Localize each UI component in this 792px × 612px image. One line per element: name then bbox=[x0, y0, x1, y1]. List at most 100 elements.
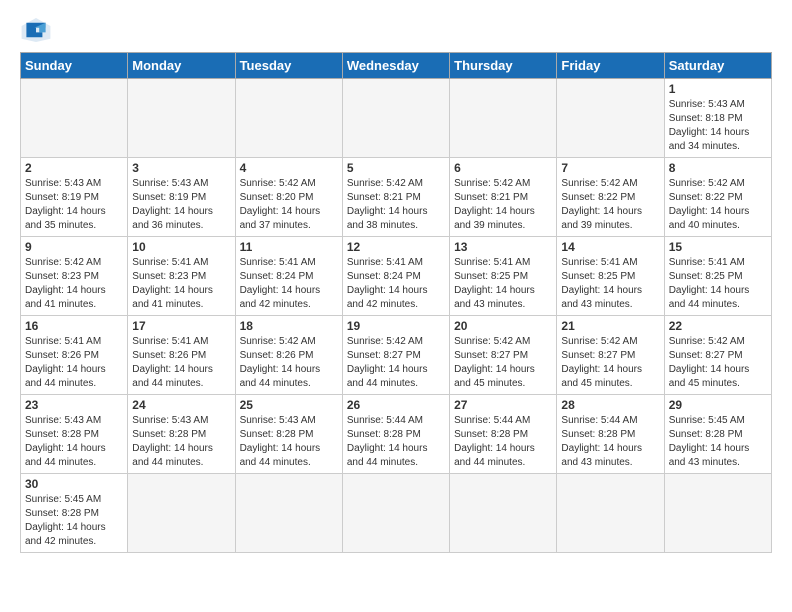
calendar-cell: 9 Sunrise: 5:42 AM Sunset: 8:23 PM Daylig… bbox=[21, 237, 128, 316]
calendar-cell bbox=[557, 79, 664, 158]
day-number: 21 bbox=[561, 319, 659, 333]
calendar-cell bbox=[342, 79, 449, 158]
calendar-cell: 12 Sunrise: 5:41 AM Sunset: 8:24 PM Dayli… bbox=[342, 237, 449, 316]
day-number: 12 bbox=[347, 240, 445, 254]
day-info: Sunrise: 5:42 AM Sunset: 8:21 PM Dayligh… bbox=[347, 177, 445, 233]
day-number: 7 bbox=[561, 161, 659, 175]
weekday-header-monday: Monday bbox=[128, 53, 235, 79]
day-info: Sunrise: 5:43 AM Sunset: 8:28 PM Dayligh… bbox=[240, 414, 338, 470]
day-number: 29 bbox=[669, 398, 767, 412]
calendar-cell: 27 Sunrise: 5:44 AM Sunset: 8:28 PM Dayli… bbox=[450, 395, 557, 474]
weekday-header-friday: Friday bbox=[557, 53, 664, 79]
calendar-cell: 20 Sunrise: 5:42 AM Sunset: 8:27 PM Dayli… bbox=[450, 316, 557, 395]
day-number: 2 bbox=[25, 161, 123, 175]
day-info: Sunrise: 5:41 AM Sunset: 8:24 PM Dayligh… bbox=[347, 256, 445, 312]
day-number: 27 bbox=[454, 398, 552, 412]
day-number: 5 bbox=[347, 161, 445, 175]
calendar-cell bbox=[128, 79, 235, 158]
day-number: 18 bbox=[240, 319, 338, 333]
calendar-cell bbox=[450, 474, 557, 553]
calendar-cell: 8Sunrise: 5:42 AM Sunset: 8:22 PM Daylig… bbox=[664, 158, 771, 237]
day-info: Sunrise: 5:41 AM Sunset: 8:25 PM Dayligh… bbox=[561, 256, 659, 312]
weekday-header-thursday: Thursday bbox=[450, 53, 557, 79]
day-info: Sunrise: 5:42 AM Sunset: 8:27 PM Dayligh… bbox=[669, 335, 767, 391]
day-info: Sunrise: 5:44 AM Sunset: 8:28 PM Dayligh… bbox=[347, 414, 445, 470]
day-number: 20 bbox=[454, 319, 552, 333]
calendar-week-5: 30 Sunrise: 5:45 AM Sunset: 8:28 PM Dayli… bbox=[21, 474, 772, 553]
header bbox=[20, 16, 772, 44]
day-info: Sunrise: 5:41 AM Sunset: 8:23 PM Dayligh… bbox=[132, 256, 230, 312]
calendar-cell bbox=[128, 474, 235, 553]
day-number: 23 bbox=[25, 398, 123, 412]
day-number: 11 bbox=[240, 240, 338, 254]
day-number: 1 bbox=[669, 82, 767, 96]
day-info: Sunrise: 5:44 AM Sunset: 8:28 PM Dayligh… bbox=[454, 414, 552, 470]
day-number: 3 bbox=[132, 161, 230, 175]
day-info: Sunrise: 5:42 AM Sunset: 8:20 PM Dayligh… bbox=[240, 177, 338, 233]
calendar-cell: 23 Sunrise: 5:43 AM Sunset: 8:28 PM Dayli… bbox=[21, 395, 128, 474]
calendar-week-1: 2 Sunrise: 5:43 AM Sunset: 8:19 PM Daylig… bbox=[21, 158, 772, 237]
day-number: 28 bbox=[561, 398, 659, 412]
day-info: Sunrise: 5:43 AM Sunset: 8:18 PM Dayligh… bbox=[669, 98, 767, 154]
calendar-cell: 13 Sunrise: 5:41 AM Sunset: 8:25 PM Dayli… bbox=[450, 237, 557, 316]
day-number: 26 bbox=[347, 398, 445, 412]
day-info: Sunrise: 5:43 AM Sunset: 8:19 PM Dayligh… bbox=[25, 177, 123, 233]
day-info: Sunrise: 5:45 AM Sunset: 8:28 PM Dayligh… bbox=[25, 493, 123, 549]
day-info: Sunrise: 5:42 AM Sunset: 8:23 PM Dayligh… bbox=[25, 256, 123, 312]
day-info: Sunrise: 5:43 AM Sunset: 8:19 PM Dayligh… bbox=[132, 177, 230, 233]
calendar-cell: 10 Sunrise: 5:41 AM Sunset: 8:23 PM Dayli… bbox=[128, 237, 235, 316]
day-info: Sunrise: 5:41 AM Sunset: 8:25 PM Dayligh… bbox=[669, 256, 767, 312]
day-number: 30 bbox=[25, 477, 123, 491]
calendar-cell: 26 Sunrise: 5:44 AM Sunset: 8:28 PM Dayli… bbox=[342, 395, 449, 474]
day-number: 6 bbox=[454, 161, 552, 175]
calendar-cell: 22 Sunrise: 5:42 AM Sunset: 8:27 PM Dayli… bbox=[664, 316, 771, 395]
page: SundayMondayTuesdayWednesdayThursdayFrid… bbox=[0, 0, 792, 569]
calendar-cell: 16 Sunrise: 5:41 AM Sunset: 8:26 PM Dayli… bbox=[21, 316, 128, 395]
calendar-cell: 24Sunrise: 5:43 AM Sunset: 8:28 PM Dayli… bbox=[128, 395, 235, 474]
calendar-cell: 28Sunrise: 5:44 AM Sunset: 8:28 PM Dayli… bbox=[557, 395, 664, 474]
calendar-cell: 30 Sunrise: 5:45 AM Sunset: 8:28 PM Dayli… bbox=[21, 474, 128, 553]
logo-icon bbox=[20, 16, 52, 44]
weekday-header-row: SundayMondayTuesdayWednesdayThursdayFrid… bbox=[21, 53, 772, 79]
day-number: 19 bbox=[347, 319, 445, 333]
day-info: Sunrise: 5:42 AM Sunset: 8:27 PM Dayligh… bbox=[347, 335, 445, 391]
calendar-cell: 17Sunrise: 5:41 AM Sunset: 8:26 PM Dayli… bbox=[128, 316, 235, 395]
day-number: 16 bbox=[25, 319, 123, 333]
day-number: 22 bbox=[669, 319, 767, 333]
day-info: Sunrise: 5:41 AM Sunset: 8:26 PM Dayligh… bbox=[25, 335, 123, 391]
day-info: Sunrise: 5:43 AM Sunset: 8:28 PM Dayligh… bbox=[25, 414, 123, 470]
calendar-cell: 25 Sunrise: 5:43 AM Sunset: 8:28 PM Dayli… bbox=[235, 395, 342, 474]
day-info: Sunrise: 5:41 AM Sunset: 8:24 PM Dayligh… bbox=[240, 256, 338, 312]
day-number: 4 bbox=[240, 161, 338, 175]
day-number: 24 bbox=[132, 398, 230, 412]
calendar-week-3: 16 Sunrise: 5:41 AM Sunset: 8:26 PM Dayli… bbox=[21, 316, 772, 395]
calendar-cell: 5 Sunrise: 5:42 AM Sunset: 8:21 PM Daylig… bbox=[342, 158, 449, 237]
calendar-cell: 18 Sunrise: 5:42 AM Sunset: 8:26 PM Dayli… bbox=[235, 316, 342, 395]
calendar-cell: 1 Sunrise: 5:43 AM Sunset: 8:18 PM Daylig… bbox=[664, 79, 771, 158]
weekday-header-saturday: Saturday bbox=[664, 53, 771, 79]
day-number: 10 bbox=[132, 240, 230, 254]
calendar-cell: 7Sunrise: 5:42 AM Sunset: 8:22 PM Daylig… bbox=[557, 158, 664, 237]
weekday-header-wednesday: Wednesday bbox=[342, 53, 449, 79]
calendar-cell bbox=[450, 79, 557, 158]
day-info: Sunrise: 5:42 AM Sunset: 8:27 PM Dayligh… bbox=[561, 335, 659, 391]
day-number: 14 bbox=[561, 240, 659, 254]
calendar-cell: 14 Sunrise: 5:41 AM Sunset: 8:25 PM Dayli… bbox=[557, 237, 664, 316]
day-number: 13 bbox=[454, 240, 552, 254]
day-number: 8 bbox=[669, 161, 767, 175]
calendar-week-4: 23 Sunrise: 5:43 AM Sunset: 8:28 PM Dayli… bbox=[21, 395, 772, 474]
calendar-cell bbox=[21, 79, 128, 158]
day-number: 25 bbox=[240, 398, 338, 412]
day-info: Sunrise: 5:41 AM Sunset: 8:25 PM Dayligh… bbox=[454, 256, 552, 312]
calendar-cell bbox=[664, 474, 771, 553]
calendar-table: SundayMondayTuesdayWednesdayThursdayFrid… bbox=[20, 52, 772, 553]
calendar-cell: 4 Sunrise: 5:42 AM Sunset: 8:20 PM Daylig… bbox=[235, 158, 342, 237]
day-number: 9 bbox=[25, 240, 123, 254]
day-info: Sunrise: 5:42 AM Sunset: 8:21 PM Dayligh… bbox=[454, 177, 552, 233]
day-info: Sunrise: 5:42 AM Sunset: 8:27 PM Dayligh… bbox=[454, 335, 552, 391]
calendar-cell: 19 Sunrise: 5:42 AM Sunset: 8:27 PM Dayli… bbox=[342, 316, 449, 395]
calendar-cell: 29Sunrise: 5:45 AM Sunset: 8:28 PM Dayli… bbox=[664, 395, 771, 474]
calendar-cell: 21 Sunrise: 5:42 AM Sunset: 8:27 PM Dayli… bbox=[557, 316, 664, 395]
day-info: Sunrise: 5:42 AM Sunset: 8:26 PM Dayligh… bbox=[240, 335, 338, 391]
day-info: Sunrise: 5:41 AM Sunset: 8:26 PM Dayligh… bbox=[132, 335, 230, 391]
